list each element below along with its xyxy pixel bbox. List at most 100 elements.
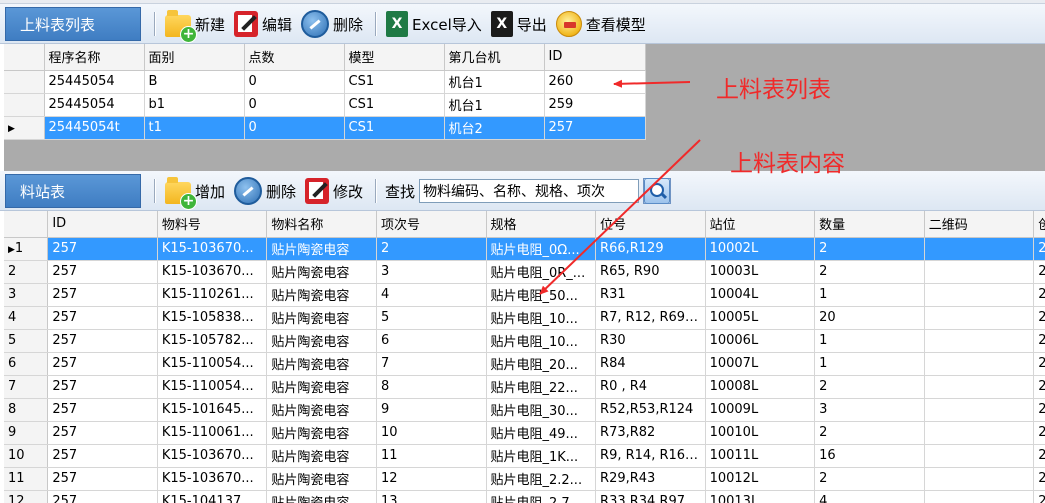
column-header[interactable]: 物料号 — [157, 211, 268, 238]
table-cell[interactable]: CS1 — [344, 116, 445, 140]
table-cell[interactable]: 257 — [47, 467, 158, 491]
edit-button[interactable]: 编辑 — [231, 7, 298, 41]
table-cell[interactable]: 13 — [376, 490, 487, 503]
table-cell[interactable]: 贴片陶瓷电容 — [266, 444, 377, 468]
table-row[interactable]: 7 257 K15-110054... 贴片陶瓷电容 8 贴片电阻_22... R0 , R… — [4, 375, 1045, 399]
table-cell[interactable]: R84 — [595, 352, 706, 376]
table-cell[interactable]: 257 — [47, 421, 158, 445]
table-cell[interactable]: 257 — [47, 260, 158, 284]
row-header[interactable]: ▶ — [4, 116, 45, 140]
search-input[interactable] — [419, 179, 640, 203]
table-cell[interactable]: 贴片电阻_22... — [486, 375, 597, 399]
table-cell[interactable]: 贴片电阻_0Ω... — [486, 237, 597, 261]
table-cell[interactable]: K15-110054... — [157, 375, 268, 399]
new-button[interactable]: 新建 — [162, 7, 231, 43]
table-cell[interactable]: 2 — [814, 421, 925, 445]
table-cell[interactable]: 10006L — [705, 329, 816, 353]
column-header[interactable]: 位号 — [595, 211, 706, 238]
table-row[interactable]: 2 257 K15-103670... 贴片陶瓷电容 3 贴片电阻_0R_... R65, … — [4, 260, 1045, 284]
table-row[interactable]: ▶1 257 K15-103670... 贴片陶瓷电容 2 贴片电阻_0Ω... R66,R… — [4, 237, 1045, 261]
table-cell[interactable]: 2 — [814, 467, 925, 491]
table-cell[interactable]: 257 — [544, 116, 646, 140]
table-cell[interactable]: 2020/6/18 1... — [1033, 237, 1045, 261]
table-cell[interactable]: 257 — [47, 444, 158, 468]
table-cell[interactable] — [924, 421, 1035, 445]
table-cell[interactable]: 2 — [814, 260, 925, 284]
table-cell[interactable]: 257 — [47, 398, 158, 422]
table-cell[interactable]: 9 — [376, 398, 487, 422]
table-cell[interactable]: 10007L — [705, 352, 816, 376]
column-header[interactable]: 模型 — [344, 44, 445, 71]
table-cell[interactable]: R0 , R4 — [595, 375, 706, 399]
table-cell[interactable]: K15-101645... — [157, 398, 268, 422]
table-cell[interactable]: 259 — [544, 93, 646, 117]
table-row[interactable]: ▶ 25445054t t1 0 CS1 机台2 257 — [4, 116, 646, 140]
row-header[interactable]: 5 — [4, 329, 49, 353]
table-cell[interactable]: 2 — [814, 375, 925, 399]
table-cell[interactable]: R52,R53,R124 — [595, 398, 706, 422]
table-cell[interactable]: 1 — [814, 283, 925, 307]
table-row[interactable]: 4 257 K15-105838... 贴片陶瓷电容 5 贴片电阻_10... R7, R1… — [4, 306, 1045, 330]
table-cell[interactable]: 贴片陶瓷电容 — [266, 237, 377, 261]
table-cell[interactable]: 2020/6/18 1... — [1033, 467, 1045, 491]
table-cell[interactable] — [924, 306, 1035, 330]
table-cell[interactable] — [924, 375, 1035, 399]
table-cell[interactable]: 0 — [244, 93, 345, 117]
table-cell[interactable]: K15-110261... — [157, 283, 268, 307]
table-cell[interactable]: R31 — [595, 283, 706, 307]
table-cell[interactable]: 2020/6/18 1... — [1033, 444, 1045, 468]
table-cell[interactable]: K15-105782... — [157, 329, 268, 353]
table-cell[interactable]: K15-110061... — [157, 421, 268, 445]
table-cell[interactable]: 2020/6/18 1... — [1033, 490, 1045, 503]
table-cell[interactable]: 25445054 — [44, 70, 145, 94]
row-header[interactable]: 4 — [4, 306, 49, 330]
table-cell[interactable]: 机台2 — [444, 116, 545, 140]
export-button[interactable]: X 导出 — [488, 7, 553, 41]
table-cell[interactable]: 12 — [376, 467, 487, 491]
table-cell[interactable]: K15-103670... — [157, 444, 268, 468]
table-cell[interactable]: 贴片电阻_30... — [486, 398, 597, 422]
table-cell[interactable]: 2020/6/18 1... — [1033, 283, 1045, 307]
table-cell[interactable]: 257 — [47, 375, 158, 399]
row-header[interactable] — [4, 93, 45, 117]
table-cell[interactable]: B — [144, 70, 245, 94]
table-row[interactable]: 8 257 K15-101645... 贴片陶瓷电容 9 贴片电阻_30... R52,R5… — [4, 398, 1045, 422]
table-cell[interactable]: CS1 — [344, 93, 445, 117]
table-cell[interactable]: 贴片电阻_2.2... — [486, 467, 597, 491]
column-header[interactable]: ID — [544, 44, 646, 71]
table-cell[interactable]: 20 — [814, 306, 925, 330]
table-cell[interactable]: 贴片陶瓷电容 — [266, 421, 377, 445]
table-cell[interactable]: 10012L — [705, 467, 816, 491]
table-cell[interactable]: 10004L — [705, 283, 816, 307]
table-cell[interactable]: 贴片陶瓷电容 — [266, 352, 377, 376]
column-header[interactable]: 项次号 — [376, 211, 487, 238]
table-cell[interactable]: K15-104137... — [157, 490, 268, 503]
row-header[interactable]: 9 — [4, 421, 49, 445]
table-cell[interactable] — [924, 352, 1035, 376]
table-cell[interactable] — [924, 329, 1035, 353]
table-cell[interactable]: 3 — [376, 260, 487, 284]
table-cell[interactable]: 5 — [376, 306, 487, 330]
table-cell[interactable]: 2020/6/18 1... — [1033, 260, 1045, 284]
table-cell[interactable]: b1 — [144, 93, 245, 117]
table-cell[interactable]: 贴片陶瓷电容 — [266, 329, 377, 353]
table-cell[interactable]: 贴片陶瓷电容 — [266, 375, 377, 399]
table-cell[interactable]: 10 — [376, 421, 487, 445]
row-header[interactable]: 3 — [4, 283, 49, 307]
table-cell[interactable]: 2020/6/18 1... — [1033, 421, 1045, 445]
table-cell[interactable]: 10003L — [705, 260, 816, 284]
add-button[interactable]: 增加 — [162, 174, 231, 210]
column-header[interactable]: 点数 — [244, 44, 345, 71]
table-cell[interactable]: R33,R34,R97... — [595, 490, 706, 503]
table-cell[interactable]: K15-110054... — [157, 352, 268, 376]
row-header[interactable]: 11 — [4, 467, 49, 491]
table-cell[interactable]: 257 — [47, 352, 158, 376]
table-cell[interactable]: 10005L — [705, 306, 816, 330]
table-row[interactable]: 3 257 K15-110261... 贴片陶瓷电容 4 贴片电阻_50... R31 100… — [4, 283, 1045, 307]
table-cell[interactable]: 25445054t — [44, 116, 145, 140]
table-row[interactable]: 25445054 B 0 CS1 机台1 260 — [4, 70, 646, 94]
table-cell[interactable]: 0 — [244, 70, 345, 94]
table-cell[interactable]: 贴片电阻_10... — [486, 329, 597, 353]
table-cell[interactable]: 10013L — [705, 490, 816, 503]
table-cell[interactable] — [924, 283, 1035, 307]
